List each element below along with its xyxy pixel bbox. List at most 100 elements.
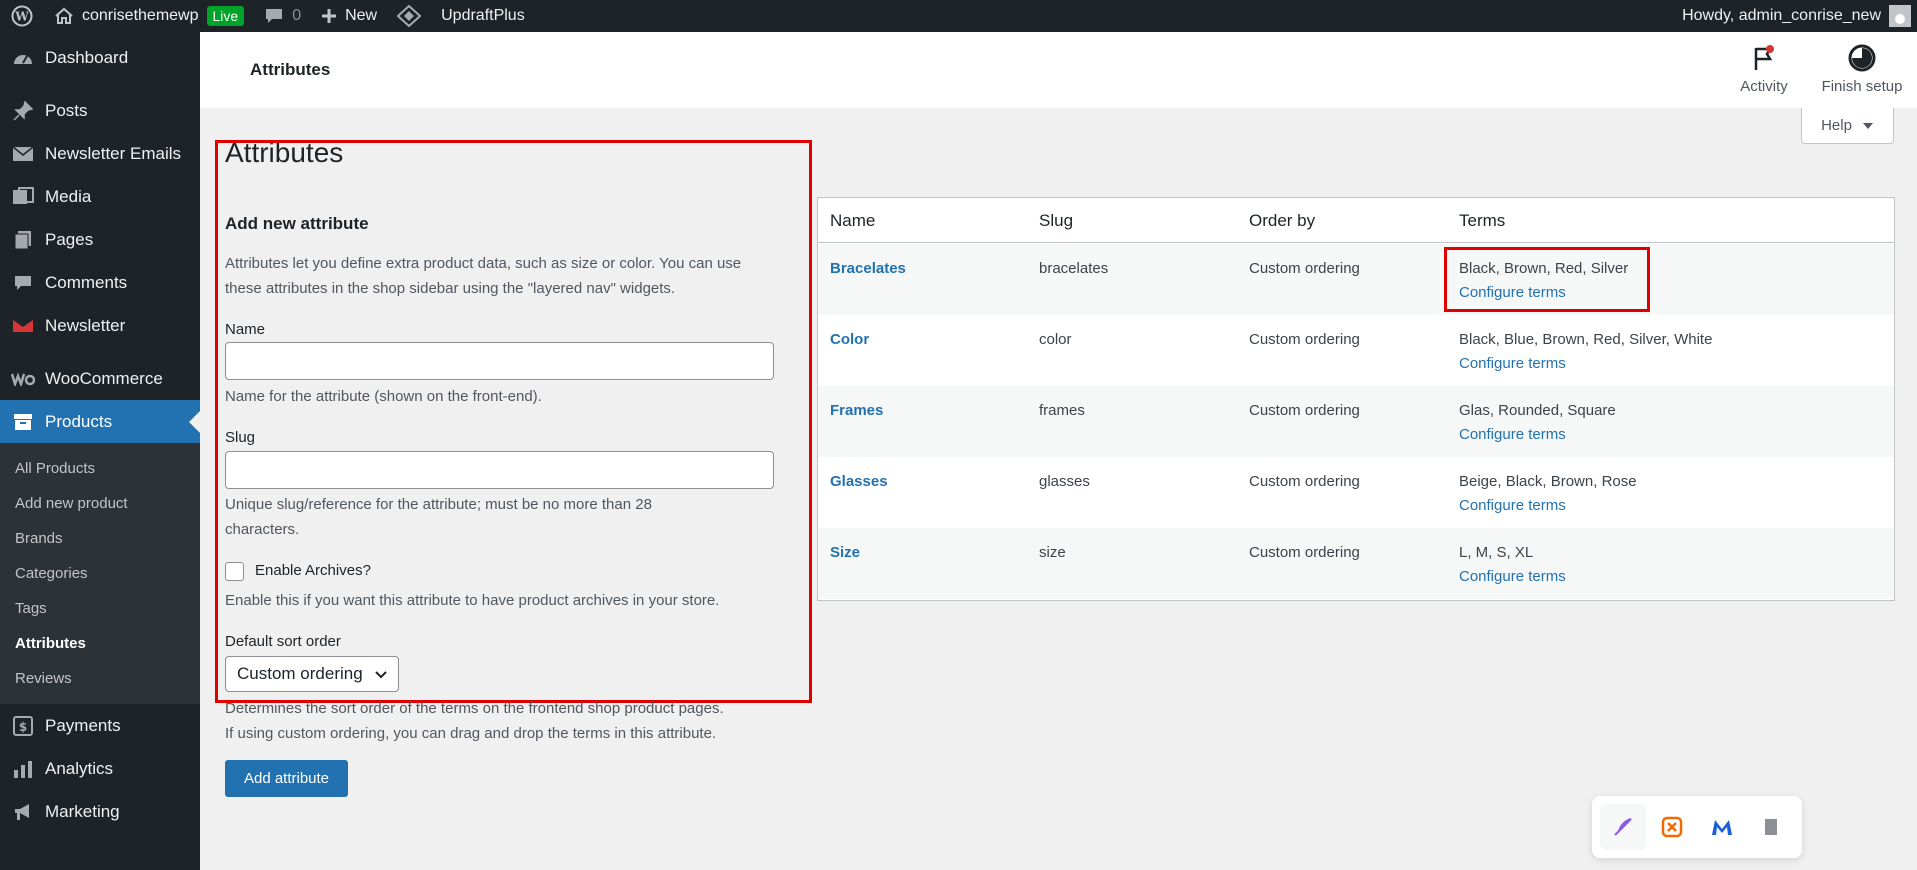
plus-icon <box>322 9 337 23</box>
submenu-categories[interactable]: Categories <box>0 556 200 591</box>
table-row: Size size Custom ordering L, M, S, XL Co… <box>818 528 1894 599</box>
sort-help-line-1: Determines the sort order of the terms o… <box>225 700 724 717</box>
quill-icon <box>1614 818 1632 836</box>
notes-button[interactable] <box>1749 804 1795 850</box>
form-intro-line-1: Attributes let you define extra product … <box>225 255 742 272</box>
header-title: Attributes <box>250 60 331 79</box>
email-icon <box>10 143 36 165</box>
sidebar-item-marketing[interactable]: Marketing <box>0 790 200 833</box>
attribute-name-link[interactable]: Size <box>830 544 860 561</box>
attribute-terms: Glas, Rounded, Square <box>1459 402 1616 419</box>
enable-archives-checkbox[interactable] <box>225 562 244 581</box>
attribute-terms: Black, Blue, Brown, Red, Silver, White <box>1459 331 1713 348</box>
finish-setup-button[interactable]: Finish setup <box>1817 42 1907 102</box>
sidebar-item-newsletter[interactable]: Newsletter <box>0 304 200 347</box>
sort-order-help: Determines the sort order of the terms o… <box>225 696 785 746</box>
sort-order-label: Default sort order <box>225 633 341 650</box>
sidebar-item-label: Newsletter Emails <box>45 143 182 163</box>
attribute-slug: bracelates <box>1039 260 1109 277</box>
attribute-name-link[interactable]: Glasses <box>830 473 888 490</box>
submenu-reviews[interactable]: Reviews <box>0 661 200 696</box>
submenu-add-new-product[interactable]: Add new product <box>0 486 200 521</box>
submenu-attributes[interactable]: Attributes <box>0 626 200 661</box>
table-row: Color color Custom ordering Black, Blue,… <box>818 315 1894 386</box>
attribute-order: Custom ordering <box>1249 402 1360 419</box>
attribute-slug: frames <box>1039 402 1085 419</box>
wordpress-logo-button[interactable]: W <box>0 0 44 32</box>
sidebar-item-label: Analytics <box>45 758 114 778</box>
sidebar-item-products[interactable]: Products <box>0 400 200 443</box>
avatar-head <box>1895 14 1905 24</box>
add-attribute-button[interactable]: Add attribute <box>225 760 348 797</box>
form-intro-line-2: these attributes in the shop sidebar usi… <box>225 280 676 297</box>
sidebar-item-dashboard[interactable]: Dashboard <box>0 36 200 79</box>
slug-input[interactable] <box>225 451 774 489</box>
floating-plugin-toolbar <box>1592 796 1802 858</box>
slug-help-line-1: Unique slug/reference for the attribute;… <box>225 496 652 513</box>
sidebar-item-pages[interactable]: Pages <box>0 218 200 261</box>
svg-text:$: $ <box>19 720 27 734</box>
sidebar-item-label: Products <box>45 411 113 431</box>
column-header-terms[interactable]: Terms <box>1459 211 1505 231</box>
configure-terms-link[interactable]: Configure terms <box>1459 355 1566 372</box>
slug-help: Unique slug/reference for the attribute;… <box>225 492 785 542</box>
name-input[interactable] <box>225 342 774 380</box>
column-header-slug[interactable]: Slug <box>1039 211 1073 231</box>
archive-icon <box>10 411 36 433</box>
sort-order-select[interactable]: Custom ordering <box>225 656 399 692</box>
comment-icon <box>10 272 36 294</box>
sidebar-separator <box>0 79 200 89</box>
highlight-terms-box <box>1444 247 1650 312</box>
sidebar-item-label: WooCommerce <box>45 368 163 388</box>
updraftplus-button[interactable]: UpdraftPlus <box>387 0 535 32</box>
table-header: Name Slug Order by Terms <box>818 198 1894 243</box>
quill-button[interactable] <box>1600 804 1646 850</box>
updraft-icon <box>397 5 422 27</box>
sidebar-item-label: Media <box>45 186 92 206</box>
woo-icon <box>10 368 36 390</box>
chart-icon <box>10 758 36 780</box>
pin-icon <box>10 100 36 122</box>
submenu-brands[interactable]: Brands <box>0 521 200 556</box>
new-label: New <box>345 7 378 24</box>
sidebar-item-payments[interactable]: $ Payments <box>0 704 200 747</box>
sidebar-item-woocommerce[interactable]: WooCommerce <box>0 357 200 400</box>
column-header-name[interactable]: Name <box>830 211 875 231</box>
configure-terms-link[interactable]: Configure terms <box>1459 426 1566 443</box>
howdy-text: Howdy, admin_conrise_new <box>1682 7 1881 24</box>
configure-terms-link[interactable]: Configure terms <box>1459 497 1566 514</box>
sidebar-item-label: Dashboard <box>45 47 129 67</box>
admin-sidebar: Dashboard Posts Newsletter Emails Media … <box>0 32 200 870</box>
new-content-button[interactable]: New <box>311 0 387 32</box>
sidebar-item-posts[interactable]: Posts <box>0 89 200 132</box>
xampp-button[interactable] <box>1650 804 1696 850</box>
attribute-name-link[interactable]: Bracelates <box>830 260 906 277</box>
archives-help: Enable this if you want this attribute t… <box>225 592 720 609</box>
column-header-order-by[interactable]: Order by <box>1249 211 1315 231</box>
sidebar-item-label: Marketing <box>45 801 120 821</box>
enable-archives-label: Enable Archives? <box>255 562 371 579</box>
malwarebytes-button[interactable] <box>1699 804 1745 850</box>
configure-terms-link[interactable]: Configure terms <box>1459 568 1566 585</box>
site-name-menu[interactable]: conrisethemewp Live <box>44 0 254 32</box>
caret-down-icon <box>1862 122 1873 129</box>
help-button[interactable]: Help <box>1801 108 1894 144</box>
sidebar-item-comments[interactable]: Comments <box>0 261 200 304</box>
sidebar-item-analytics[interactable]: Analytics <box>0 747 200 790</box>
sidebar-item-media[interactable]: Media <box>0 175 200 218</box>
sidebar-item-newsletter-emails[interactable]: Newsletter Emails <box>0 132 200 175</box>
attribute-name-link[interactable]: Frames <box>830 402 883 419</box>
dollar-icon: $ <box>10 715 36 737</box>
chevron-down-icon <box>375 671 387 679</box>
media-icon <box>10 186 36 208</box>
attribute-slug: size <box>1039 544 1066 561</box>
activity-button[interactable]: Activity <box>1719 42 1809 102</box>
name-label: Name <box>225 321 266 338</box>
attribute-name-link[interactable]: Color <box>830 331 869 348</box>
attribute-terms: L, M, S, XL <box>1459 544 1534 561</box>
comments-button[interactable]: 0 <box>254 0 311 32</box>
attribute-order: Custom ordering <box>1249 544 1360 561</box>
submenu-all-products[interactable]: All Products <box>0 451 200 486</box>
account-menu[interactable]: Howdy, admin_conrise_new <box>1682 5 1917 27</box>
submenu-tags[interactable]: Tags <box>0 591 200 626</box>
